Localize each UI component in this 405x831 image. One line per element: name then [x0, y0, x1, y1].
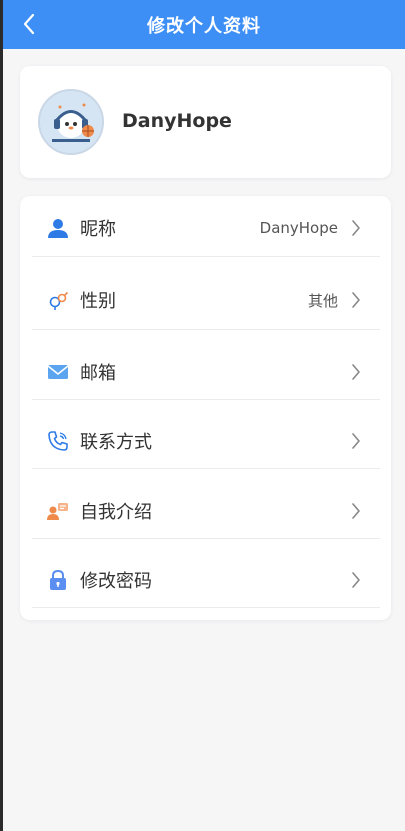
divider — [32, 468, 380, 469]
menu-item-email[interactable]: 邮箱 — [32, 343, 380, 400]
avatar[interactable] — [38, 89, 104, 155]
menu-item-change-password[interactable]: 修改密码 — [32, 551, 380, 608]
menu-item-value: DanyHope — [259, 219, 338, 237]
chevron-right-icon — [346, 570, 366, 590]
chevron-right-icon — [346, 501, 366, 521]
menu-item-label: 联系方式 — [80, 431, 152, 453]
menu-item-gender[interactable]: 性别 其他 — [32, 270, 380, 330]
user-icon — [46, 216, 70, 240]
divider — [32, 399, 380, 400]
profile-username: DanyHope — [122, 110, 232, 132]
chevron-right-icon — [346, 218, 366, 238]
chevron-right-icon — [346, 362, 366, 382]
settings-menu: 昵称 DanyHope 性别 其他 邮箱 联系方式 自我介绍 修改密码 — [20, 196, 391, 620]
menu-item-bio[interactable]: 自我介绍 — [32, 482, 380, 539]
menu-item-label: 修改密码 — [80, 570, 152, 592]
app-header: 修改个人资料 — [3, 0, 405, 49]
chevron-left-icon — [23, 13, 35, 35]
divider — [32, 329, 380, 330]
chevron-right-icon — [346, 290, 366, 310]
gender-icon — [46, 288, 70, 312]
phone-icon — [46, 429, 70, 453]
divider — [32, 256, 380, 257]
menu-item-contact[interactable]: 联系方式 — [32, 412, 380, 469]
page-title: 修改个人资料 — [147, 15, 261, 37]
chevron-right-icon — [346, 431, 366, 451]
divider — [32, 607, 380, 608]
menu-item-label: 自我介绍 — [80, 501, 152, 523]
menu-item-label: 昵称 — [80, 219, 116, 240]
profile-card: DanyHope — [20, 66, 391, 178]
avatar-image-icon — [40, 91, 102, 153]
menu-item-nickname[interactable]: 昵称 DanyHope — [32, 199, 380, 257]
lock-icon — [46, 568, 70, 592]
back-button[interactable] — [17, 12, 41, 36]
menu-item-label: 邮箱 — [80, 362, 116, 384]
menu-item-value: 其他 — [307, 291, 338, 310]
menu-item-label: 性别 — [80, 291, 116, 312]
divider — [32, 538, 380, 539]
mail-icon — [46, 360, 70, 384]
profile-card-icon — [46, 499, 70, 523]
left-edge — [0, 0, 3, 831]
